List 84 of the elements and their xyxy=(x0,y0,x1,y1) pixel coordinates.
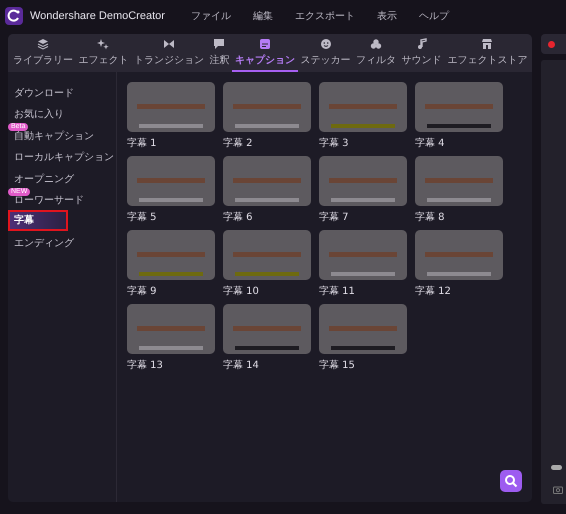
template-name: 字幕 4 xyxy=(415,136,446,150)
template-name: 字幕 8 xyxy=(415,210,446,224)
store-icon xyxy=(481,38,494,50)
caption-bar xyxy=(331,272,395,276)
template-thumbnail[interactable] xyxy=(223,230,311,280)
template-thumbnail[interactable] xyxy=(415,230,503,280)
template-name: 字幕 3 xyxy=(319,136,350,150)
caption-bar xyxy=(235,124,299,128)
template-name: 字幕 15 xyxy=(319,358,356,372)
template-name: 字幕 9 xyxy=(127,284,158,298)
tab[interactable]: 注釈 xyxy=(206,34,232,72)
template-thumbnail[interactable] xyxy=(223,82,311,132)
menu-item[interactable]: ヘルプ xyxy=(418,9,449,23)
template-thumbnail[interactable] xyxy=(127,230,215,280)
template-thumbnail[interactable] xyxy=(127,304,215,354)
tab[interactable]: フィルタ xyxy=(353,34,399,72)
sidebar-item[interactable]: 字幕 xyxy=(8,210,68,230)
template-thumbnail[interactable] xyxy=(319,230,407,280)
menu-item[interactable]: ファイル xyxy=(190,9,231,23)
speech-bubble-icon xyxy=(213,38,226,50)
template-name: 字幕 5 xyxy=(127,210,158,224)
sparkle-icon xyxy=(97,38,110,50)
tab[interactable]: ステッカー xyxy=(298,34,354,72)
sidebar-item[interactable]: 自動キャプション xyxy=(8,130,116,144)
toggle-icon xyxy=(551,465,562,470)
menu-item[interactable]: 編集 xyxy=(252,9,273,23)
sidebar-item[interactable]: オープニング xyxy=(8,172,116,188)
template-thumbnail[interactable] xyxy=(127,156,215,206)
search-button[interactable] xyxy=(500,470,522,492)
smiley-icon xyxy=(320,38,332,50)
template-name: 字幕 11 xyxy=(319,284,356,298)
template-name: 字幕 2 xyxy=(223,136,254,150)
caption-bar xyxy=(235,346,299,350)
search-icon xyxy=(504,474,518,488)
caption-bar xyxy=(427,272,491,276)
caption-bar xyxy=(139,346,203,350)
sidebar-item[interactable]: ローカルキャプション xyxy=(8,151,116,166)
template-thumbnail[interactable] xyxy=(319,304,407,354)
template-thumbnail[interactable] xyxy=(415,82,503,132)
sidebar-item[interactable]: エンディング xyxy=(8,237,116,252)
caption-bar xyxy=(139,272,203,276)
template-name: 字幕 14 xyxy=(223,358,260,372)
caption-bar xyxy=(331,346,395,350)
caption-bar xyxy=(331,198,395,202)
caption-bar xyxy=(427,124,491,128)
template-name: 字幕 10 xyxy=(223,284,260,298)
tab[interactable]: エフェクトストア xyxy=(444,34,530,72)
template-thumbnail[interactable] xyxy=(223,156,311,206)
caption-bar xyxy=(235,198,299,202)
template-thumbnail[interactable] xyxy=(415,156,503,206)
circles-icon xyxy=(370,38,382,50)
sidebar-item[interactable]: ダウンロード xyxy=(8,86,116,102)
menu-item[interactable]: 表示 xyxy=(376,9,397,23)
template-name: 字幕 6 xyxy=(223,210,254,224)
caption-bar xyxy=(235,272,299,276)
record-dot-icon xyxy=(548,40,555,48)
template-name: 字幕 1 xyxy=(127,136,158,150)
template-name: 字幕 7 xyxy=(319,210,350,224)
caption-bar xyxy=(139,124,203,128)
sidebar-item[interactable]: ローワーサード xyxy=(8,194,116,209)
template-thumbnail[interactable] xyxy=(223,304,311,354)
layers-icon xyxy=(36,38,49,50)
template-name: 字幕 13 xyxy=(127,358,164,372)
template-thumbnail[interactable] xyxy=(319,156,407,206)
window-title: Wondershare DemoCreator xyxy=(30,10,165,22)
camera-icon xyxy=(553,485,563,494)
bowtie-icon xyxy=(162,38,175,50)
template-thumbnail[interactable] xyxy=(319,82,407,132)
tab[interactable]: ライブラリー xyxy=(10,34,76,72)
app-logo-icon xyxy=(5,7,23,25)
tab[interactable]: トランジション xyxy=(131,34,207,72)
caption-icon xyxy=(259,38,272,50)
template-thumbnail[interactable] xyxy=(127,82,215,132)
menu-item[interactable]: エクスポート xyxy=(294,9,355,23)
caption-bar xyxy=(427,198,491,202)
music-note-icon xyxy=(416,38,428,50)
caption-bar xyxy=(139,198,203,202)
caption-bar xyxy=(331,124,395,128)
tab[interactable]: サウンド xyxy=(398,34,444,72)
sidebar-item[interactable]: お気に入り xyxy=(8,108,116,123)
template-name: 字幕 12 xyxy=(415,284,452,298)
tab[interactable]: キャプション xyxy=(232,34,298,72)
record-bar[interactable] xyxy=(541,34,566,54)
tab[interactable]: エフェクト xyxy=(76,34,132,72)
